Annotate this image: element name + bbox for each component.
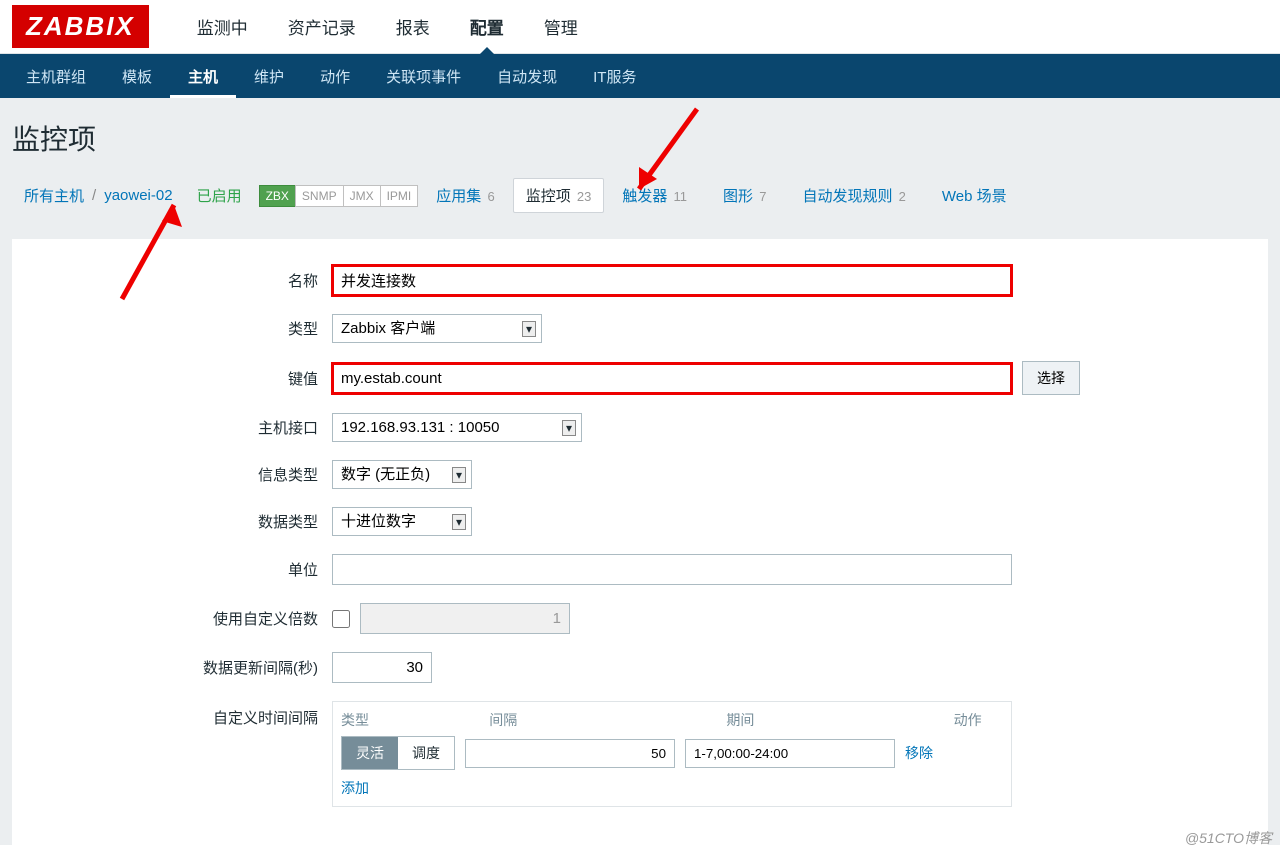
tab-applications[interactable]: 应用集 6	[418, 185, 512, 206]
label-custom-interval: 自定义时间间隔	[32, 701, 332, 728]
ci-head-type: 类型	[341, 710, 489, 730]
ci-seg: 灵活 调度	[341, 736, 455, 770]
bc-sep: /	[90, 187, 98, 204]
ci-head-interval: 间隔	[489, 710, 726, 730]
ci-row: 灵活 调度 移除	[341, 736, 1003, 770]
select-type[interactable]: Zabbix 客户端	[332, 314, 542, 343]
ci-head-period: 期间	[726, 710, 953, 730]
page: 监控项 所有主机 / yaowei-02 已启用 ZBX SNMP JMX IP…	[0, 98, 1280, 845]
subnav-hostgroups[interactable]: 主机群组	[8, 54, 104, 98]
ci-input-period[interactable]	[685, 739, 895, 768]
topnav-monitoring[interactable]: 监测中	[177, 0, 268, 54]
subnav-correlation[interactable]: 关联项事件	[368, 54, 479, 98]
annotation-arrow-2-icon	[627, 109, 707, 209]
interface-badges: ZBX SNMP JMX IPMI	[260, 185, 419, 207]
label-infotype: 信息类型	[32, 464, 332, 485]
ci-remove[interactable]: 移除	[905, 743, 933, 763]
tab-items[interactable]: 监控项 23	[513, 178, 605, 213]
ci-seg-sched[interactable]: 调度	[398, 737, 454, 769]
topnav-admin[interactable]: 管理	[524, 0, 598, 54]
bc-all-hosts[interactable]: 所有主机	[18, 185, 90, 206]
label-multiplier: 使用自定义倍数	[32, 608, 332, 629]
checkbox-multiplier[interactable]	[332, 610, 350, 628]
label-type: 类型	[32, 318, 332, 339]
annotation-arrow-1-icon	[122, 199, 202, 299]
ci-input-interval[interactable]	[465, 739, 675, 768]
label-key: 键值	[32, 368, 332, 389]
topnav: 监测中 资产记录 报表 配置 管理	[177, 0, 598, 54]
subnav-maintenance[interactable]: 维护	[236, 54, 302, 98]
tab-web[interactable]: Web 场景	[924, 185, 1025, 206]
input-key[interactable]	[332, 363, 1012, 394]
iface-jmx: JMX	[343, 185, 381, 207]
label-datatype: 数据类型	[32, 511, 332, 532]
item-form: 名称 类型 Zabbix 客户端 键值 选择 主机接口 192.168.93.1…	[12, 239, 1268, 845]
tab-discovery-rules[interactable]: 自动发现规则 2	[784, 185, 923, 206]
label-hostif: 主机接口	[32, 417, 332, 438]
watermark: @51CTO博客	[1185, 828, 1272, 848]
custom-interval-box: 类型 间隔 期间 动作 灵活 调度 移除 添加	[332, 701, 1012, 807]
input-unit[interactable]	[332, 554, 1012, 585]
subnav-templates[interactable]: 模板	[104, 54, 170, 98]
subnav-itservice[interactable]: IT服务	[575, 54, 654, 98]
topnav-inventory[interactable]: 资产记录	[268, 0, 376, 54]
input-multiplier	[360, 603, 570, 634]
subnav-actions[interactable]: 动作	[302, 54, 368, 98]
select-infotype[interactable]: 数字 (无正负)	[332, 460, 472, 489]
topbar: ZABBIX 监测中 资产记录 报表 配置 管理	[0, 0, 1280, 54]
subnav-discovery[interactable]: 自动发现	[479, 54, 575, 98]
ci-head-action: 动作	[954, 710, 1003, 730]
topnav-reports[interactable]: 报表	[376, 0, 450, 54]
select-datatype[interactable]: 十进位数字	[332, 507, 472, 536]
label-unit: 单位	[32, 559, 332, 580]
subnav-hosts[interactable]: 主机	[170, 54, 236, 98]
iface-snmp: SNMP	[295, 185, 344, 207]
input-name[interactable]	[332, 265, 1012, 296]
topnav-config[interactable]: 配置	[450, 0, 524, 54]
iface-ipmi: IPMI	[380, 185, 419, 207]
iface-zbx: ZBX	[259, 185, 296, 207]
label-interval: 数据更新间隔(秒)	[32, 657, 332, 678]
ci-seg-flex[interactable]: 灵活	[342, 737, 398, 769]
tab-graphs[interactable]: 图形 7	[705, 185, 784, 206]
input-interval[interactable]	[332, 652, 432, 683]
button-key-select[interactable]: 选择	[1022, 361, 1080, 395]
logo[interactable]: ZABBIX	[12, 5, 149, 48]
ci-add[interactable]: 添加	[341, 780, 369, 796]
select-hostif[interactable]: 192.168.93.131 : 10050	[332, 413, 582, 442]
subnav: 主机群组 模板 主机 维护 动作 关联项事件 自动发现 IT服务	[0, 54, 1280, 98]
